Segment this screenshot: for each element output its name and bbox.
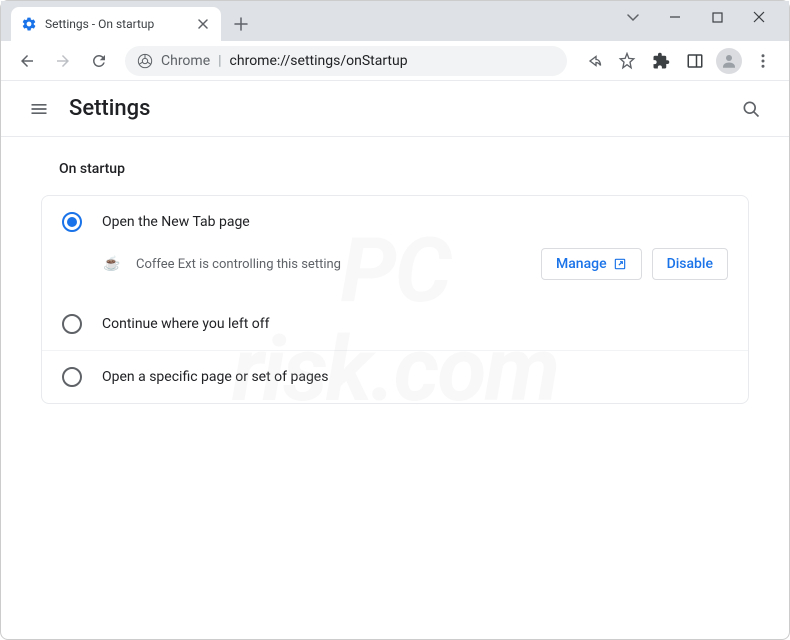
settings-header: Settings: [1, 81, 789, 137]
browser-tab[interactable]: Settings - On startup: [11, 7, 221, 41]
menu-button[interactable]: [747, 45, 779, 77]
new-tab-button[interactable]: [227, 10, 255, 38]
tab-title: Settings - On startup: [45, 17, 187, 31]
maximize-button[interactable]: [705, 5, 729, 29]
omnibox-path: chrome://settings/onStartup: [230, 53, 408, 69]
option-continue[interactable]: Continue where you left off: [42, 298, 748, 350]
option-label: Continue where you left off: [102, 316, 270, 332]
extension-notice: ☕ Coffee Ext is controlling this setting…: [42, 248, 748, 298]
forward-button[interactable]: [47, 45, 79, 77]
option-label: Open a specific page or set of pages: [102, 369, 328, 385]
radio-continue[interactable]: [62, 314, 82, 334]
minimize-button[interactable]: [663, 5, 687, 29]
chevron-down-icon[interactable]: [621, 5, 645, 29]
profile-button[interactable]: [713, 45, 745, 77]
close-tab-button[interactable]: [195, 16, 211, 32]
radio-new-tab[interactable]: [62, 212, 82, 232]
manage-label: Manage: [556, 256, 607, 272]
startup-options-card: Open the New Tab page ☕ Coffee Ext is co…: [41, 195, 749, 404]
page-title: Settings: [69, 96, 150, 121]
option-specific-pages[interactable]: Open a specific page or set of pages: [42, 350, 748, 403]
extension-message: Coffee Ext is controlling this setting: [136, 257, 527, 272]
content-area: On startup Open the New Tab page ☕ Coffe…: [1, 137, 789, 428]
option-new-tab[interactable]: Open the New Tab page: [42, 196, 748, 248]
chrome-icon: [137, 53, 153, 69]
coffee-icon: ☕: [102, 254, 122, 274]
avatar-icon: [716, 48, 742, 74]
side-panel-button[interactable]: [679, 45, 711, 77]
extensions-button[interactable]: [645, 45, 677, 77]
share-button[interactable]: [577, 45, 609, 77]
window-controls: [621, 5, 789, 41]
radio-specific[interactable]: [62, 367, 82, 387]
option-label: Open the New Tab page: [102, 214, 250, 230]
address-bar[interactable]: Chrome | chrome://settings/onStartup: [125, 46, 567, 76]
omnibox-separator: |: [218, 53, 221, 69]
reload-button[interactable]: [83, 45, 115, 77]
gear-icon: [21, 16, 37, 32]
omnibox-host: Chrome: [161, 53, 210, 69]
disable-button[interactable]: Disable: [652, 248, 728, 280]
back-button[interactable]: [11, 45, 43, 77]
external-link-icon: [613, 257, 627, 271]
search-button[interactable]: [733, 91, 769, 127]
bookmark-button[interactable]: [611, 45, 643, 77]
toolbar: Chrome | chrome://settings/onStartup: [1, 41, 789, 81]
disable-label: Disable: [667, 256, 713, 272]
section-title: On startup: [59, 161, 749, 177]
close-window-button[interactable]: [747, 5, 771, 29]
titlebar: Settings - On startup: [1, 1, 789, 41]
hamburger-menu-button[interactable]: [21, 91, 57, 127]
manage-button[interactable]: Manage: [541, 248, 642, 280]
